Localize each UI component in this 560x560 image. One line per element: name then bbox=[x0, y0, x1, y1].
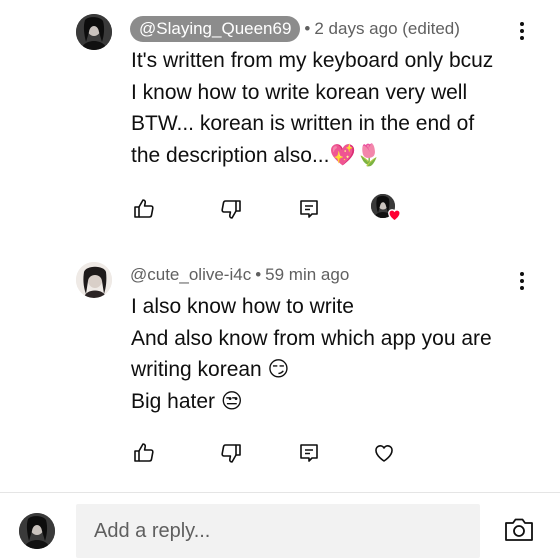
comment-icon bbox=[300, 200, 318, 218]
comment-actions bbox=[0, 194, 560, 224]
more-vert-icon[interactable] bbox=[512, 268, 532, 294]
comment-line: It's written from my keyboard only bcuz bbox=[131, 49, 494, 72]
like-button[interactable] bbox=[129, 438, 159, 468]
creator-heart bbox=[371, 194, 403, 224]
reply-bar bbox=[0, 500, 560, 560]
heart-button[interactable] bbox=[369, 438, 399, 468]
dislike-button[interactable] bbox=[216, 194, 246, 224]
avatar[interactable] bbox=[76, 262, 112, 298]
reply-button[interactable] bbox=[294, 194, 324, 224]
avatar bbox=[19, 513, 55, 549]
comment-actions bbox=[0, 438, 560, 468]
owner-handle[interactable]: @Slaying_Queen69 bbox=[130, 16, 301, 42]
comment-line: I know how to write korean very well bbox=[131, 80, 468, 104]
thumbs-up-icon bbox=[134, 443, 154, 462]
thumbs-down-icon bbox=[221, 444, 241, 463]
comment-time: 2 days ago (edited) bbox=[314, 19, 460, 38]
comment-text: I also know how to write And also know f… bbox=[131, 291, 531, 417]
heart-icon bbox=[388, 209, 401, 222]
heart-icon bbox=[375, 445, 393, 462]
comment-line: the description also...💖🌷 bbox=[131, 143, 382, 167]
like-button[interactable] bbox=[129, 194, 159, 224]
more-vert-icon[interactable] bbox=[512, 18, 532, 44]
reply-input[interactable] bbox=[76, 504, 480, 558]
comment-meta: @Slaying_Queen69 • 2 days ago (edited) bbox=[130, 16, 460, 42]
comment-item: @cute_olive-i4c • 59 min ago I also know… bbox=[0, 256, 560, 476]
separator: • bbox=[255, 265, 262, 284]
comment-line: BTW... korean is written in the end of bbox=[131, 112, 475, 135]
thumbs-up-icon bbox=[134, 199, 154, 218]
comment-meta: @cute_olive-i4c • 59 min ago bbox=[130, 262, 349, 288]
comment-item: @Slaying_Queen69 • 2 days ago (edited) I… bbox=[0, 0, 560, 240]
reply-button[interactable] bbox=[294, 438, 324, 468]
divider bbox=[0, 492, 560, 493]
camera-icon bbox=[505, 518, 533, 541]
comment-text: It's written from my keyboard only bcuz … bbox=[131, 45, 531, 171]
comment-line: And also know from which app you are bbox=[131, 326, 492, 350]
thumbs-down-icon bbox=[221, 200, 241, 219]
comment-icon bbox=[300, 444, 318, 462]
comment-line: I also know how to write bbox=[131, 295, 354, 318]
comment-time: 59 min ago bbox=[265, 265, 350, 284]
separator: • bbox=[304, 19, 311, 38]
comment-handle[interactable]: @cute_olive-i4c bbox=[130, 265, 251, 285]
comment-line: writing korean 😏 bbox=[131, 358, 290, 381]
avatar[interactable] bbox=[76, 14, 112, 50]
camera-button[interactable] bbox=[503, 516, 535, 544]
dislike-button[interactable] bbox=[216, 438, 246, 468]
comment-line: Big hater 😒 bbox=[131, 389, 243, 413]
